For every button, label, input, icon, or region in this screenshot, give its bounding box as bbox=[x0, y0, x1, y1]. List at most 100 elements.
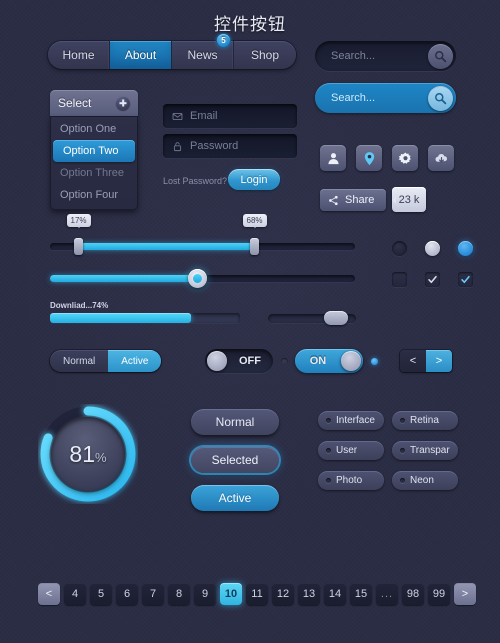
pagination-page-11[interactable]: 11 bbox=[246, 583, 268, 605]
icon-button-row bbox=[320, 145, 454, 171]
pagination-ellipsis[interactable]: ... bbox=[376, 583, 398, 605]
tag-label: User bbox=[336, 445, 358, 456]
pagination-page-15[interactable]: 15 bbox=[350, 583, 372, 605]
nav-tab-label: Home bbox=[62, 48, 95, 62]
tag-label: Transpar bbox=[410, 445, 450, 456]
radio-empty[interactable] bbox=[392, 241, 407, 256]
radio-selected[interactable] bbox=[458, 241, 473, 256]
range-tooltip-high: 68% bbox=[242, 214, 267, 227]
button-active[interactable]: Active bbox=[191, 485, 279, 511]
cloud-download-icon[interactable] bbox=[428, 145, 454, 171]
search-icon[interactable] bbox=[428, 85, 453, 111]
tag-retina[interactable]: Retina bbox=[392, 411, 458, 430]
download-label: Downliad...74% bbox=[50, 301, 109, 310]
pagination-page-13[interactable]: 13 bbox=[298, 583, 320, 605]
pagination-page-10[interactable]: 10 bbox=[220, 583, 242, 605]
nav-tab-label: News bbox=[187, 48, 218, 62]
search-bar-blue[interactable]: Search... bbox=[315, 83, 456, 113]
pagination: <4 5 6 7 8 9 10 11 12 13 14 15... 98 99 > bbox=[38, 583, 476, 605]
toggle-on[interactable]: ON bbox=[295, 349, 363, 373]
tag-user[interactable]: User bbox=[318, 441, 384, 460]
ui-kit-canvas: 控件按钮 Home About News 5 Shop Search... Search… bbox=[0, 0, 500, 643]
pagination-page-98[interactable]: 98 bbox=[402, 583, 424, 605]
select-option-list: Option One Option Two Option Three Option F… bbox=[50, 116, 138, 210]
select-option[interactable]: Option Two bbox=[53, 140, 135, 162]
gear-icon[interactable] bbox=[392, 145, 418, 171]
select-dropdown: Select Option One Option Two Option Three O… bbox=[50, 90, 138, 210]
pagination-prev[interactable]: < bbox=[38, 583, 60, 605]
range-tooltip-low: 17% bbox=[66, 214, 91, 227]
share-count-badge: 23 k bbox=[392, 187, 426, 212]
select-option[interactable]: Option Three bbox=[50, 162, 138, 184]
plus-icon[interactable] bbox=[116, 96, 130, 110]
password-field[interactable]: Password bbox=[163, 134, 297, 158]
range-handle-high[interactable]: 68% bbox=[242, 214, 267, 255]
pagination-page-6[interactable]: 6 bbox=[116, 583, 138, 605]
envelope-icon bbox=[172, 112, 183, 120]
circular-progress: 81% bbox=[38, 404, 138, 504]
toggle-off[interactable]: OFF bbox=[205, 349, 273, 373]
pagination-page-9[interactable]: 9 bbox=[194, 583, 216, 605]
search-icon[interactable] bbox=[428, 43, 453, 69]
segment-normal[interactable]: Normal bbox=[50, 350, 108, 372]
range-handle-low[interactable]: 17% bbox=[66, 214, 91, 255]
pagination-page-14[interactable]: 14 bbox=[324, 583, 346, 605]
radio-gray[interactable] bbox=[425, 241, 440, 256]
pagination-page-7[interactable]: 7 bbox=[142, 583, 164, 605]
nav-tab-news[interactable]: News 5 bbox=[172, 34, 234, 69]
lost-password-link[interactable]: Lost Password? bbox=[163, 176, 227, 186]
nav-tabs: Home About News 5 Shop bbox=[48, 34, 296, 69]
arrow-next-button[interactable]: > bbox=[426, 350, 452, 372]
toggle-knob[interactable] bbox=[207, 351, 227, 371]
select-header[interactable]: Select bbox=[50, 90, 138, 116]
tag-list: Interface Retina User Transpar Photo Neon bbox=[318, 411, 470, 490]
search-bar-dark[interactable]: Search... bbox=[315, 41, 456, 71]
checkbox-blue-checked[interactable] bbox=[458, 272, 473, 287]
pagination-page-12[interactable]: 12 bbox=[272, 583, 294, 605]
checkbox-gray-checked[interactable] bbox=[425, 272, 440, 287]
scroll-slider[interactable] bbox=[268, 311, 356, 325]
range-slider-single[interactable] bbox=[50, 269, 355, 288]
location-pin-icon[interactable] bbox=[356, 145, 382, 171]
tag-label: Retina bbox=[410, 415, 439, 426]
share-button[interactable]: Share bbox=[320, 189, 386, 211]
nav-tab-label: Shop bbox=[250, 48, 280, 62]
progress-center: 81% bbox=[51, 417, 125, 491]
select-label: Select bbox=[58, 96, 92, 110]
pagination-page-99[interactable]: 99 bbox=[428, 583, 450, 605]
nav-tab-shop[interactable]: Shop bbox=[234, 41, 296, 69]
checkbox-group bbox=[392, 272, 473, 287]
select-option[interactable]: Option One bbox=[50, 118, 138, 140]
range-slider-dual[interactable]: 17% 68% bbox=[50, 214, 355, 255]
toggle-knob[interactable] bbox=[341, 351, 361, 371]
button-normal[interactable]: Normal bbox=[191, 409, 279, 435]
tag-dot-icon bbox=[326, 478, 331, 483]
search-input-dark[interactable]: Search... bbox=[331, 50, 428, 62]
select-option[interactable]: Option Four bbox=[50, 184, 138, 206]
download-progress-fill bbox=[50, 313, 191, 323]
tag-interface[interactable]: Interface bbox=[318, 411, 384, 430]
search-input-blue[interactable]: Search... bbox=[331, 92, 428, 104]
nav-tab-home[interactable]: Home bbox=[48, 41, 110, 69]
scroll-slider-handle[interactable] bbox=[324, 311, 348, 325]
pagination-page-8[interactable]: 8 bbox=[168, 583, 190, 605]
user-icon[interactable] bbox=[320, 145, 346, 171]
button-selected[interactable]: Selected bbox=[191, 447, 279, 473]
checkbox-empty[interactable] bbox=[392, 272, 407, 287]
tag-transpar[interactable]: Transpar bbox=[392, 441, 458, 460]
tag-dot-icon bbox=[326, 418, 331, 423]
range-handle[interactable] bbox=[188, 269, 207, 288]
pagination-next[interactable]: > bbox=[454, 583, 476, 605]
password-placeholder: Password bbox=[190, 140, 239, 152]
pagination-page-4[interactable]: 4 bbox=[64, 583, 86, 605]
arrow-prev-button[interactable]: < bbox=[400, 350, 426, 372]
tag-neon[interactable]: Neon bbox=[392, 471, 458, 490]
pagination-page-5[interactable]: 5 bbox=[90, 583, 112, 605]
email-field[interactable]: Email bbox=[163, 104, 297, 128]
tag-photo[interactable]: Photo bbox=[318, 471, 384, 490]
tag-label: Neon bbox=[410, 475, 434, 486]
segment-active[interactable]: Active bbox=[108, 350, 162, 372]
page-title: 控件按钮 bbox=[214, 15, 286, 34]
login-button[interactable]: Login bbox=[228, 169, 280, 190]
nav-tab-about[interactable]: About bbox=[110, 41, 172, 69]
